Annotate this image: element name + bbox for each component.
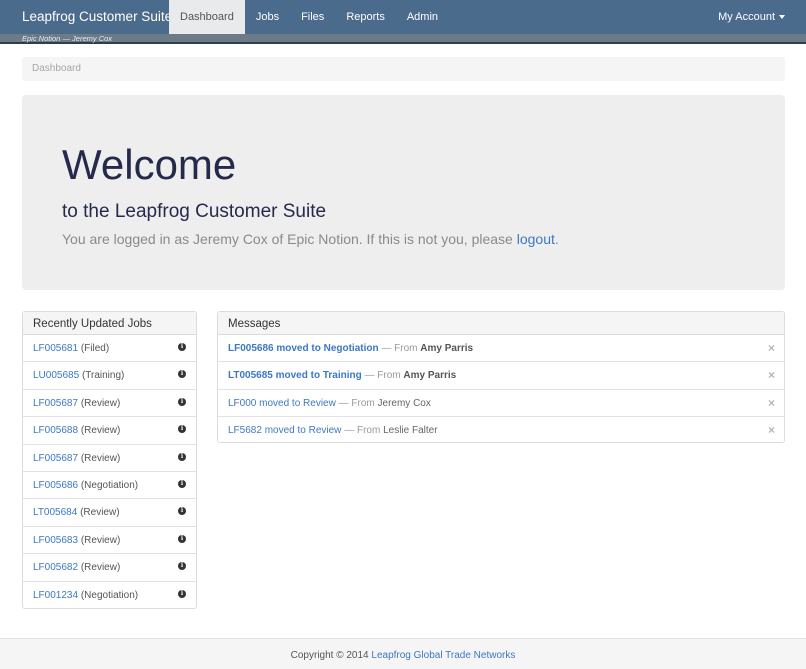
job-row: LF005687 (Review) i [23, 445, 196, 472]
close-icon[interactable]: × [768, 390, 775, 417]
info-icon[interactable]: i [178, 479, 186, 488]
my-account-label: My Account [718, 11, 775, 23]
info-icon[interactable]: i [178, 425, 186, 434]
login-notice-end: . [554, 231, 559, 247]
nav-reports[interactable]: Reports [335, 0, 396, 34]
info-icon[interactable]: i [178, 370, 186, 379]
copyright-text: Copyright © 2014 [290, 650, 369, 661]
nav-admin[interactable]: Admin [396, 0, 449, 34]
message-subject-link[interactable]: LT005685 moved to Training [228, 370, 362, 381]
context-bar [0, 34, 806, 44]
messages-panel-heading: Messages [218, 312, 784, 335]
job-row: LF005682 (Review) i [23, 554, 196, 582]
info-icon[interactable]: i [178, 562, 186, 571]
my-account-dropdown[interactable]: My Account [718, 0, 785, 34]
message-row: LF005686 moved to Negotiation — From Amy… [218, 335, 784, 363]
welcome-jumbotron: Welcome to the Leapfrog Customer Suite Y… [22, 95, 785, 290]
context-label: Epic Notion — Jeremy Cox [22, 34, 113, 43]
messages-list: LF005686 moved to Negotiation — From Amy… [218, 335, 784, 445]
job-link[interactable]: LF005687 [33, 398, 78, 409]
welcome-subtitle: to the Leapfrog Customer Suite [62, 201, 327, 222]
job-row: LF005683 (Review) i [23, 527, 196, 555]
message-sender: Jeremy Cox [377, 397, 431, 409]
footer: Copyright © 2014 Leapfrog Global Trade N… [0, 638, 806, 669]
info-icon[interactable]: i [178, 397, 186, 406]
breadcrumb: Dashboard [22, 57, 785, 81]
message-subject-link[interactable]: LF005686 moved to Negotiation [228, 343, 379, 354]
info-icon[interactable]: i [178, 534, 186, 543]
message-subject-link[interactable]: LF5682 moved to Review [228, 425, 341, 436]
job-status: (Review) [80, 562, 121, 574]
caret-down-icon [779, 15, 785, 20]
main-nav: Dashboard Jobs Files Reports Admin [169, 0, 449, 34]
nav-files[interactable]: Files [290, 0, 335, 34]
job-row: LF005687 (Review) i [23, 390, 196, 418]
job-status: (Review) [80, 534, 121, 546]
brand-logo[interactable]: Leapfrog Customer Suite [22, 0, 172, 34]
info-icon[interactable]: i [178, 452, 186, 461]
jobs-list: LF005681 (Filed) i LU005685 (Training) i LF0… [23, 335, 196, 609]
job-status: (Review) [80, 452, 121, 464]
job-link[interactable]: LU005685 [33, 370, 79, 381]
nav-jobs[interactable]: Jobs [245, 0, 290, 34]
job-status: (Negotiation) [80, 589, 139, 601]
top-navbar: Leapfrog Customer Suite Dashboard Jobs F… [0, 0, 806, 34]
message-from-label: — From [338, 397, 375, 409]
job-row: LU005685 (Training) i [23, 362, 196, 390]
close-icon[interactable]: × [768, 362, 775, 389]
job-link[interactable]: LF005687 [33, 453, 78, 464]
info-icon[interactable]: i [178, 507, 186, 516]
job-link[interactable]: LF005682 [33, 562, 78, 573]
job-status: (Filed) [80, 343, 110, 354]
message-sender: Amy Parris [403, 370, 457, 382]
job-row: LF005681 (Filed) i [23, 335, 196, 363]
breadcrumb-item-dashboard: Dashboard [32, 63, 81, 74]
close-icon[interactable]: × [768, 335, 775, 362]
message-sender: Leslie Falter [383, 425, 438, 437]
job-status: (Negotiation) [80, 479, 139, 491]
job-status: (Review) [80, 397, 121, 409]
message-row: LF000 moved to Review — From Jeremy Cox × [218, 390, 784, 418]
job-row: LF005688 (Review) i [23, 417, 196, 445]
message-sender: Amy Parris [420, 343, 474, 354]
job-status: (Review) [80, 425, 121, 437]
info-icon[interactable]: i [178, 343, 186, 351]
job-status: (Review) [80, 507, 120, 519]
jobs-panel-heading: Recently Updated Jobs [23, 312, 196, 335]
job-row: LT005684 (Review) i [23, 499, 196, 527]
nav-dashboard[interactable]: Dashboard [169, 0, 245, 34]
login-notice-text: You are logged in as Jeremy Cox of Epic … [62, 231, 513, 247]
job-row: LF005686 (Negotiation) i [23, 472, 196, 500]
job-status: (Training) [81, 370, 125, 382]
job-link[interactable]: LF005686 [33, 480, 78, 491]
message-row: LT005685 moved to Training — From Amy Pa… [218, 362, 784, 390]
welcome-title: Welcome [62, 141, 237, 188]
message-from-label: — From [344, 425, 381, 437]
job-row: LF001234 (Negotiation) i [23, 582, 196, 609]
job-link[interactable]: LF005688 [33, 425, 78, 436]
message-row: LF5682 moved to Review — From Leslie Fal… [218, 417, 784, 444]
job-link[interactable]: LT005684 [33, 507, 77, 518]
messages-panel: Messages LF005686 moved to Negotiation —… [217, 311, 785, 443]
job-link[interactable]: LF001234 [33, 590, 78, 601]
close-icon[interactable]: × [768, 417, 775, 444]
message-from-label: — From [364, 370, 401, 382]
footer-company-link[interactable]: Leapfrog Global Trade Networks [371, 650, 515, 661]
login-notice: You are logged in as Jeremy Cox of Epic … [62, 230, 559, 248]
job-link[interactable]: LF005683 [33, 535, 78, 546]
job-link[interactable]: LF005681 [33, 343, 78, 354]
logout-link[interactable]: logout [517, 231, 555, 247]
message-from-label: — From [381, 343, 418, 354]
recently-updated-jobs-panel: Recently Updated Jobs LF005681 (Filed) i L… [22, 311, 197, 609]
info-icon[interactable]: i [178, 589, 186, 598]
message-subject-link[interactable]: LF000 moved to Review [228, 398, 336, 409]
